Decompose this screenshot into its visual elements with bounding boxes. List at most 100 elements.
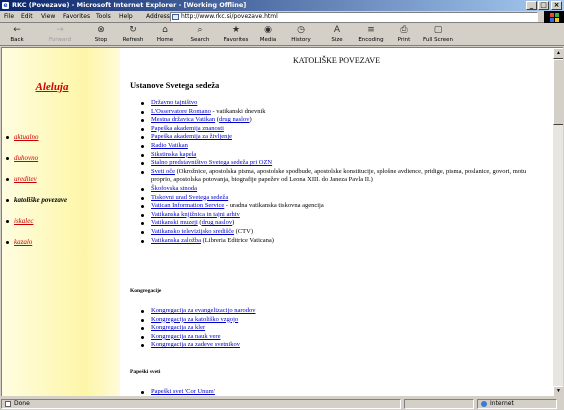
sidebar: Aleluja aktualno duhovno ureditev katoliške…: [2, 48, 120, 396]
address-input[interactable]: http://www.rkc.si/povezave.html ▼: [170, 12, 538, 22]
sidebar-item-link[interactable]: kazalo: [14, 238, 32, 246]
page-content: KATOLIŠKE POVEZAVE Ustanove Svetega sede…: [120, 48, 553, 396]
sidebar-item-link[interactable]: ureditev: [14, 175, 37, 183]
scroll-down-button[interactable]: ▼: [553, 386, 563, 396]
menu-edit[interactable]: Edit: [21, 11, 33, 23]
media-button[interactable]: ◉ Media: [256, 25, 280, 45]
menu-view[interactable]: View: [41, 11, 55, 23]
toolbar: ← Back → Forward ⊗ Stop ↻ Refresh ⌂ Home ⌕ Search ★ F…: [0, 24, 564, 46]
scroll-thumb[interactable]: [553, 59, 563, 125]
link[interactable]: Sveti oče: [151, 168, 175, 175]
security-zone-panel: Internet: [477, 399, 557, 409]
link[interactable]: Vatikanska založba: [151, 237, 201, 244]
status-bar: Done Internet: [0, 398, 564, 410]
list-item: Papeška akademija za življenje: [140, 133, 540, 142]
papeski-sveti-link-list: Papeški svet 'Cor Unum': [140, 388, 540, 396]
link-description: - vatikanski dnevnik: [210, 107, 266, 115]
toolbar-label: Favorites: [223, 37, 249, 43]
link[interactable]: Papeška akademija znanosti: [151, 125, 224, 132]
link-description: ): [232, 219, 235, 227]
link[interactable]: Državno tajništvo: [151, 99, 197, 106]
link[interactable]: Vatikanska knjižnica in tajni arhiv: [151, 211, 240, 218]
search-button[interactable]: ⌕ Search: [186, 25, 214, 45]
security-zone-label: Internet: [490, 400, 514, 407]
windows-logo-icon: [544, 11, 564, 23]
search-icon: ⌕: [197, 25, 203, 35]
address-label: Address: [146, 13, 170, 20]
kongregacije-link-list: Kongregacija za evangelizacijo narodov Ko…: [140, 307, 540, 350]
status-text-panel: Done: [1, 399, 401, 409]
favorites-button[interactable]: ★ Favorites: [220, 25, 252, 45]
link[interactable]: Papeška akademija za življenje: [151, 133, 232, 140]
link[interactable]: Tiskovni urad Svetega sedeža: [151, 194, 228, 201]
refresh-button[interactable]: ↻ Refresh: [118, 25, 148, 45]
link[interactable]: Kongregacija za kler: [151, 324, 205, 331]
stop-button[interactable]: ⊗ Stop: [90, 25, 112, 45]
link[interactable]: Kongregacija za katoliško vzgojo: [151, 316, 238, 323]
link[interactable]: Vatican Information Service: [151, 202, 224, 209]
link[interactable]: Kongregacija za nauk vere: [151, 333, 220, 340]
history-button[interactable]: ◷ History: [286, 25, 316, 45]
link[interactable]: Škofovska sinoda: [151, 185, 197, 192]
status-text: Done: [14, 400, 30, 407]
link[interactable]: drug naslov: [219, 116, 250, 123]
scroll-up-button[interactable]: ▲: [553, 48, 563, 59]
link-description: (Okrožnice, apostolska pisma, apostolske…: [151, 167, 527, 184]
sidebar-item[interactable]: aktualno: [6, 133, 39, 141]
link[interactable]: L'Osservatore Romano: [151, 108, 211, 115]
media-icon: ◉: [264, 25, 272, 35]
list-item: Mestna državica Vatikan (drug naslov): [140, 116, 540, 125]
sidebar-item-link[interactable]: duhovno: [14, 154, 38, 162]
link[interactable]: Vatikansko televizijsko središče: [151, 228, 234, 235]
link[interactable]: Kongregacija za zadeve svetnikov: [151, 341, 240, 348]
link[interactable]: Papeški svet 'Cor Unum': [151, 388, 215, 395]
link[interactable]: drug naslov: [202, 219, 233, 226]
list-item: L'Osservatore Romano - vatikanski dnevni…: [140, 108, 540, 117]
back-button[interactable]: ← Back: [1, 25, 33, 45]
bullet: [6, 156, 9, 160]
vertical-scrollbar[interactable]: ▲ ▼: [553, 48, 563, 396]
text-size-icon: A: [333, 25, 341, 35]
bullet: [6, 177, 9, 181]
history-icon: ◷: [297, 25, 305, 35]
size-button[interactable]: A Size: [326, 25, 348, 45]
bullet: [6, 135, 9, 139]
close-button[interactable]: ×: [551, 1, 562, 10]
toolbar-label: Media: [259, 37, 277, 43]
home-button[interactable]: ⌂ Home: [152, 25, 178, 45]
sidebar-item-link[interactable]: aktualno: [14, 133, 39, 141]
link[interactable]: Sikstinska kapela: [151, 151, 196, 158]
section-heading-kongregacije: Kongregacije: [130, 288, 162, 294]
window-title: RKC (Povezave) - Microsoft Internet Expl…: [12, 1, 247, 9]
sidebar-item: katoliške povezave: [6, 196, 67, 204]
link[interactable]: Kongregacija za evangelizacijo narodov: [151, 307, 256, 314]
link[interactable]: Mestna državica Vatikan: [151, 116, 215, 123]
menu-file[interactable]: File: [4, 11, 14, 23]
sidebar-item[interactable]: duhovno: [6, 154, 38, 162]
link[interactable]: Vatikanski muzeji: [151, 219, 198, 226]
menu-tools[interactable]: Tools: [96, 11, 111, 23]
print-button[interactable]: ⎙ Print: [394, 25, 414, 45]
sidebar-title-link[interactable]: Aleluja: [2, 81, 102, 93]
forward-arrow-icon: →: [56, 25, 64, 35]
toolbar-label: Home: [156, 37, 174, 43]
document-done-icon: [5, 400, 11, 407]
menu-favorites[interactable]: Favorites: [63, 11, 90, 23]
sidebar-item-link[interactable]: iskalec: [14, 217, 33, 225]
encoding-button[interactable]: ≡ Encoding: [356, 25, 386, 45]
toolbar-label: Stop: [94, 37, 108, 43]
menu-help[interactable]: Help: [119, 11, 133, 23]
full-screen-button[interactable]: ▢ Full Screen: [420, 25, 456, 45]
maximize-button[interactable]: □: [538, 1, 549, 10]
list-item: Škofovska sinoda: [140, 185, 540, 194]
sidebar-item[interactable]: ureditev: [6, 175, 37, 183]
link[interactable]: Stalno predstavništvo Svetega sedeža pri…: [151, 159, 272, 166]
forward-button[interactable]: → Forward: [44, 25, 76, 45]
link-description: (CTV): [234, 227, 254, 235]
minimize-button[interactable]: _: [526, 1, 537, 10]
sidebar-item[interactable]: kazalo: [6, 238, 32, 246]
list-item: Kongregacija za nauk vere: [140, 333, 540, 342]
sidebar-item[interactable]: iskalec: [6, 217, 33, 225]
list-item: Sveti oče (Okrožnice, apostolska pisma, …: [140, 168, 540, 185]
link[interactable]: Radio Vatikan: [151, 142, 188, 149]
